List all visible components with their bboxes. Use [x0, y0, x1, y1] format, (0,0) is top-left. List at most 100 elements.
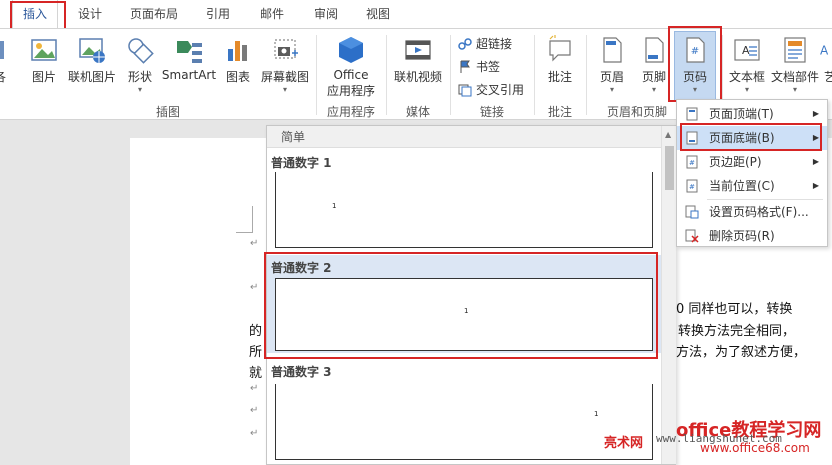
menu-item-current-position[interactable]: # 当前位置(C) ▶	[677, 174, 827, 198]
quickparts-dropdown-icon: ▾	[792, 85, 797, 94]
svg-text:A: A	[742, 44, 750, 57]
online-video-button[interactable]: 联机视频	[390, 35, 446, 85]
gallery-item-plain-number-2[interactable]: 1	[275, 278, 653, 351]
menu-item-format-page-numbers[interactable]: 设置页码格式(F)...	[677, 200, 827, 224]
submenu-arrow-icon: ▶	[812, 157, 819, 166]
page-number-preview: 1	[332, 202, 337, 210]
comment-icon	[549, 35, 571, 62]
margin-corner-mark	[252, 206, 253, 233]
picture-icon	[31, 39, 57, 61]
wordart-icon: A	[820, 44, 829, 58]
bottom-of-page-icon	[686, 131, 698, 145]
gallery-section-header: 简单	[267, 126, 661, 148]
chart-icon	[228, 41, 247, 61]
gallery-scrollbar-thumb[interactable]	[665, 146, 674, 190]
group-header-footer-label: 页眉和页脚	[606, 105, 667, 119]
hyperlink-button[interactable]: 超链接	[458, 35, 512, 52]
bookmark-button[interactable]: 书签	[458, 58, 500, 75]
screenshot-dropdown-icon: ▾	[282, 85, 287, 94]
gallery-item-plain-number-3[interactable]: 1	[275, 384, 653, 460]
gallery-item-label: 普通数字 2	[271, 261, 332, 275]
footer-icon	[645, 37, 664, 63]
svg-text:#: #	[691, 46, 699, 57]
comment-label: 批注	[547, 70, 572, 84]
header-label: 页眉	[599, 70, 624, 84]
group-media-label: 媒体	[405, 105, 430, 119]
page-number-button[interactable]: # 页码 ▾	[674, 31, 716, 101]
group-separator	[316, 35, 317, 115]
cut-button[interactable]: 各	[0, 35, 8, 85]
menu-item-top-of-page[interactable]: 页面顶端(T) ▶	[677, 102, 827, 126]
format-page-numbers-icon	[685, 205, 699, 219]
margin-corner-mark	[236, 232, 252, 233]
menu-item-remove-page-numbers[interactable]: 删除页码(R)	[677, 224, 827, 248]
quickparts-button[interactable]: 文档部件 ▾	[770, 35, 820, 95]
group-apps-label: 应用程序	[326, 105, 375, 119]
online-picture-label: 联机图片	[67, 70, 116, 84]
menu-item-label: 页面底端(B)	[709, 131, 775, 145]
scroll-up-icon[interactable]: ▲	[665, 130, 671, 139]
document-text-line: 0 同样也可以，转换	[676, 302, 793, 317]
tab-view[interactable]: 视图	[358, 0, 398, 28]
footer-button[interactable]: 页脚 ▾	[636, 35, 672, 95]
ribbon-tab-bar: 插入 设计 页面布局 引用 邮件 审阅 视图	[0, 0, 832, 28]
chart-button[interactable]: 图表	[220, 35, 256, 85]
page-number-icon: #	[686, 37, 705, 63]
group-illustrations-label: 插图	[155, 105, 180, 119]
office-apps-button[interactable]: Office 应用程序	[320, 35, 382, 99]
shapes-icon	[128, 38, 154, 64]
group-comments-label: 批注	[547, 105, 572, 119]
header-dropdown-icon: ▾	[609, 85, 614, 94]
hyperlink-label: 超链接	[476, 37, 513, 51]
comment-button[interactable]: 批注	[540, 35, 580, 85]
menu-item-label: 页边距(P)	[709, 155, 762, 169]
screenshot-label: 屏幕截图	[260, 70, 309, 84]
document-text-line: 的	[249, 324, 263, 339]
office-apps-label-2: 应用程序	[326, 84, 375, 98]
header-button[interactable]: 页眉 ▾	[592, 35, 632, 95]
gallery-scrollbar[interactable]: ▲	[661, 126, 676, 464]
bookmark-icon	[460, 60, 470, 73]
page-number-dropdown-icon: ▾	[692, 85, 697, 94]
online-picture-button[interactable]: 联机图片	[66, 35, 118, 85]
menu-item-bottom-of-page[interactable]: 页面底端(B) ▶	[677, 126, 827, 150]
wordart-button[interactable]: A 艺	[820, 35, 832, 85]
smartart-label: SmartArt	[161, 68, 217, 82]
tab-review[interactable]: 审阅	[306, 0, 346, 28]
tab-design[interactable]: 设计	[70, 0, 110, 28]
menu-item-label: 页面顶端(T)	[709, 107, 774, 121]
current-position-icon: #	[686, 179, 698, 193]
online-video-icon	[405, 40, 431, 60]
submenu-arrow-icon: ▶	[812, 109, 819, 118]
cut-label: 各	[0, 68, 8, 85]
submenu-arrow-icon: ▶	[812, 133, 819, 142]
picture-button[interactable]: 图片	[26, 35, 62, 85]
textbox-button[interactable]: A 文本框 ▾	[726, 35, 768, 95]
page-margins-icon: #	[686, 155, 698, 169]
gallery-item-plain-number-1[interactable]: 1	[275, 172, 653, 248]
group-separator	[534, 35, 535, 115]
screenshot-button[interactable]: 屏幕截图 ▾	[258, 35, 312, 95]
shapes-button[interactable]: 形状 ▾	[122, 35, 158, 95]
tab-insert[interactable]: 插入	[12, 0, 58, 28]
picture-label: 图片	[31, 70, 56, 84]
document-text-line: 转换方法完全相同，	[678, 324, 796, 339]
quickparts-label: 文档部件	[770, 70, 819, 84]
crossref-button[interactable]: 交叉引用	[458, 81, 524, 98]
tab-page-layout[interactable]: 页面布局	[122, 0, 186, 28]
tab-mailings[interactable]: 邮件	[252, 0, 292, 28]
header-icon	[603, 37, 622, 63]
shapes-dropdown-icon: ▾	[137, 85, 142, 94]
paragraph-mark: ↵	[250, 282, 259, 293]
textbox-dropdown-icon: ▾	[744, 85, 749, 94]
screenshot-icon	[274, 39, 298, 59]
tab-references[interactable]: 引用	[198, 0, 238, 28]
document-text-line: 所	[249, 345, 263, 360]
smartart-button[interactable]: SmartArt	[160, 35, 218, 82]
smartart-icon	[177, 41, 202, 63]
menu-item-page-margins[interactable]: # 页边距(P) ▶	[677, 150, 827, 174]
crossref-icon	[458, 84, 472, 97]
textbox-icon: A	[734, 39, 760, 61]
document-text-line: 方法，为了叙述方便，	[676, 345, 807, 360]
menu-item-label: 删除页码(R)	[709, 229, 775, 243]
